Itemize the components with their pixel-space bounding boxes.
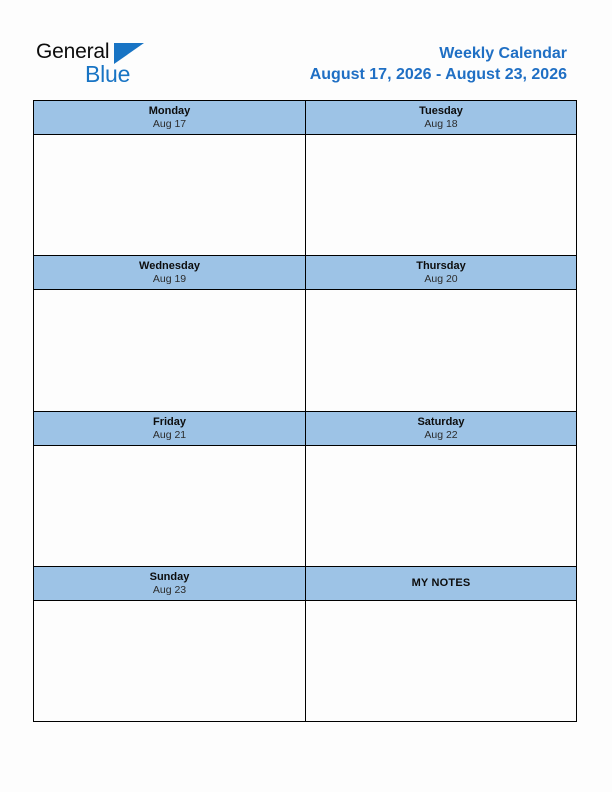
calendar-grid: Monday Aug 17 Tuesday Aug 18 Wednesday A…: [33, 100, 577, 722]
day-header-saturday: Saturday Aug 22: [305, 410, 577, 445]
day-header-thursday: Thursday Aug 20: [305, 255, 577, 290]
page-header: General Blue Weekly Calendar August 17, …: [0, 0, 612, 100]
notes-label: MY NOTES: [411, 577, 471, 590]
day-header-row: Sunday Aug 23 MY NOTES: [33, 565, 577, 600]
day-header-wednesday: Wednesday Aug 19: [33, 255, 305, 290]
day-header-sunday: Sunday Aug 23: [33, 565, 305, 600]
day-cell-friday[interactable]: [33, 444, 305, 566]
day-name: Friday: [152, 415, 186, 428]
day-date: Aug 17: [152, 118, 187, 130]
day-name: Monday: [148, 105, 191, 117]
day-date: Aug 22: [424, 428, 458, 441]
date-range: August 17, 2026 - August 23, 2026: [309, 66, 567, 83]
day-cell-saturday[interactable]: [305, 444, 577, 566]
day-name: Wednesday: [139, 260, 200, 273]
day-cell-thursday[interactable]: [305, 289, 577, 411]
day-cell-wednesday[interactable]: [33, 289, 305, 411]
day-header-row: Friday Aug 21 Saturday Aug 22: [33, 410, 577, 445]
day-cell-monday[interactable]: [33, 134, 305, 256]
day-body-row: [33, 289, 577, 411]
day-header-monday: Monday Aug 17: [33, 100, 305, 134]
day-name: Sunday: [149, 570, 190, 583]
day-body-row: [33, 444, 577, 566]
day-body-row: [33, 599, 577, 722]
day-header-tuesday: Tuesday Aug 18: [305, 100, 577, 134]
calendar-page: General Blue Weekly Calendar August 17, …: [0, 0, 612, 792]
day-date: Aug 21: [152, 428, 187, 441]
day-date: Aug 18: [424, 118, 458, 130]
notes-header: MY NOTES: [305, 565, 577, 600]
brand-logo: General Blue: [36, 40, 166, 88]
day-date: Aug 20: [424, 273, 458, 286]
day-name: Saturday: [417, 415, 465, 428]
day-cell-tuesday[interactable]: [305, 134, 577, 256]
day-date: Aug 23: [152, 583, 187, 596]
day-cell-sunday[interactable]: [33, 599, 305, 722]
page-title: Weekly Calendar: [439, 45, 567, 62]
day-header-friday: Friday Aug 21: [33, 410, 305, 445]
day-name: Thursday: [416, 260, 466, 273]
brand-name-blue: Blue: [85, 61, 131, 87]
day-name: Tuesday: [419, 105, 463, 117]
day-date: Aug 19: [152, 273, 187, 286]
day-header-row: Wednesday Aug 19 Thursday Aug 20: [33, 255, 577, 290]
day-body-row: [33, 134, 577, 256]
day-header-row: Monday Aug 17 Tuesday Aug 18: [33, 100, 577, 134]
title-block: Weekly Calendar August 17, 2026 - August…: [310, 44, 567, 85]
notes-cell[interactable]: [305, 599, 577, 722]
